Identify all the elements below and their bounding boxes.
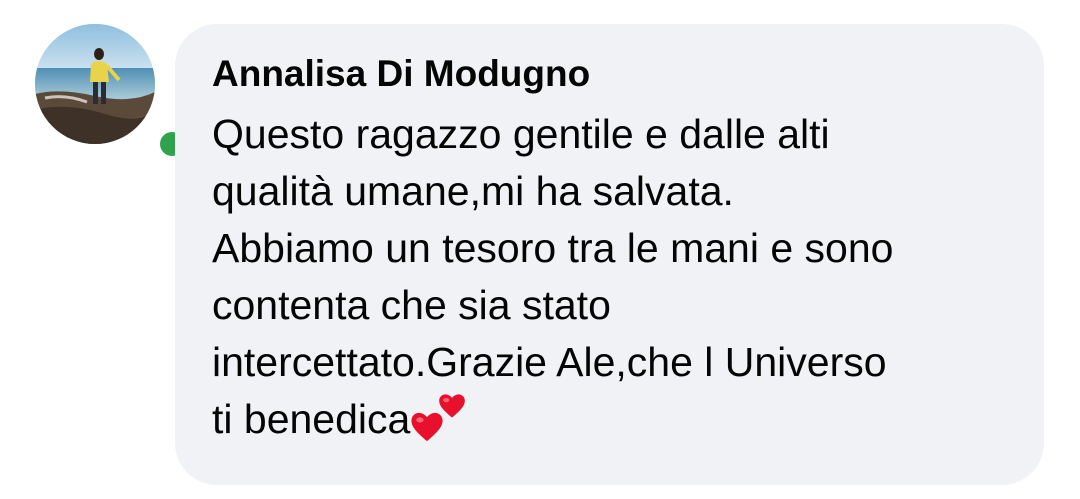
avatar-image	[35, 24, 155, 144]
comment-text-line: contenta che sia stato	[212, 282, 611, 328]
comment-author-name[interactable]: Annalisa Di Modugno	[212, 50, 1008, 98]
two-hearts-icon	[410, 393, 468, 443]
comment-text-line: Questo ragazzo gentile e dalle alti	[212, 111, 830, 157]
comment-bubble[interactable]: Annalisa Di Modugno Questo ragazzo genti…	[175, 24, 1044, 485]
comment-row: Annalisa Di Modugno Questo ragazzo genti…	[0, 0, 1080, 499]
comment-text-line: qualità umane,mi ha salvata.	[212, 168, 734, 214]
comment-text-line: ti benedica	[212, 396, 411, 442]
profile-avatar[interactable]	[35, 24, 188, 160]
comment-text-line: Abbiamo un tesoro tra le mani e sono	[212, 225, 894, 271]
comment-text-last-line: ti benedica	[212, 391, 1008, 448]
comment-text: Questo ragazzo gentile e dalle alti qual…	[212, 106, 1008, 448]
comment-text-line: intercettato.Grazie Ale,che l Universo	[212, 339, 887, 385]
avatar-photo[interactable]	[35, 24, 155, 144]
